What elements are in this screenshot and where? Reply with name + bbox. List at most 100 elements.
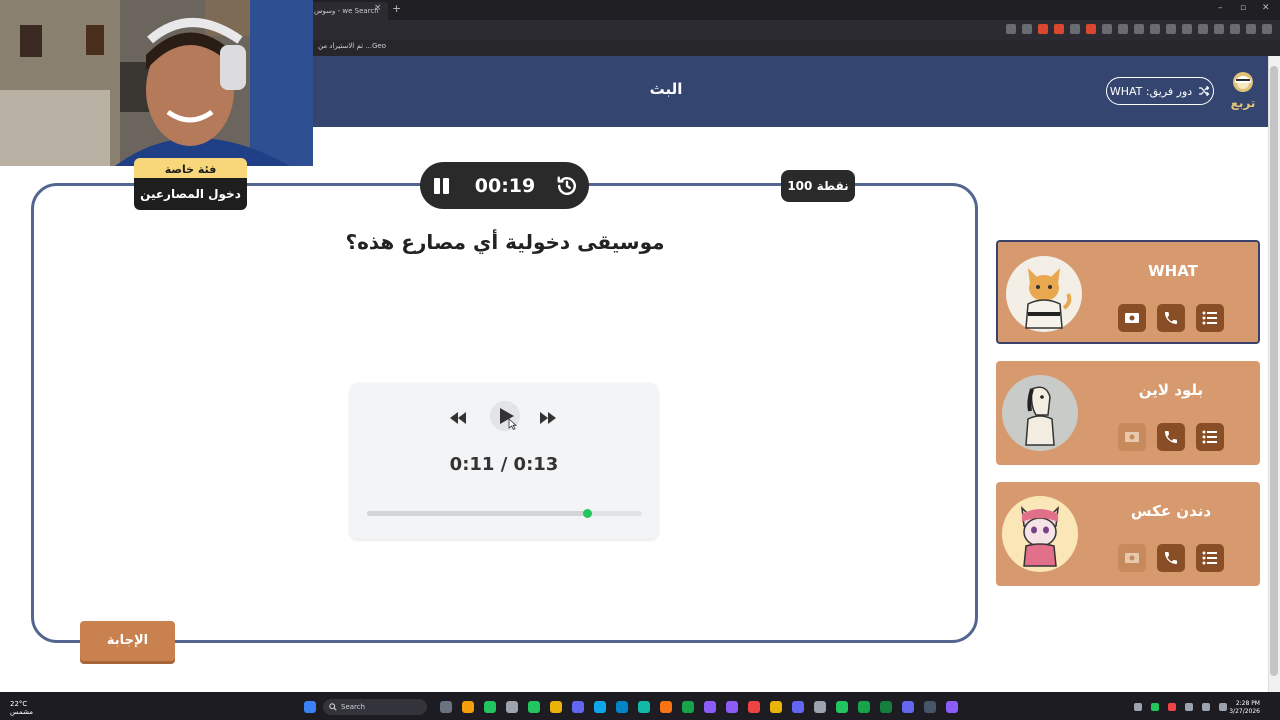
extension-icon[interactable] xyxy=(1086,24,1096,34)
app-icon[interactable] xyxy=(594,701,606,713)
app-icon[interactable] xyxy=(880,701,892,713)
cat-judo-avatar xyxy=(1006,256,1082,332)
app-icon[interactable] xyxy=(704,701,716,713)
weather-widget[interactable]: 22°C مشمس xyxy=(10,700,33,716)
app-icon[interactable] xyxy=(572,701,584,713)
extension-icon[interactable] xyxy=(1038,24,1048,34)
pause-icon[interactable] xyxy=(432,178,450,194)
app-icon[interactable] xyxy=(726,701,738,713)
zoom-icon[interactable] xyxy=(1118,24,1128,34)
app-icon[interactable] xyxy=(836,701,848,713)
call-friend-button[interactable] xyxy=(1157,544,1185,572)
app-icon[interactable] xyxy=(946,701,958,713)
language-icon[interactable] xyxy=(1185,703,1193,711)
call-friend-button[interactable] xyxy=(1157,304,1185,332)
team-turn-button[interactable]: دور فريق: WHAT xyxy=(1106,77,1214,105)
progress-fill xyxy=(367,511,587,516)
app-icon[interactable] xyxy=(660,701,672,713)
extension-icon[interactable] xyxy=(1006,24,1016,34)
tray-chevron-icon[interactable] xyxy=(1134,703,1142,711)
phone-icon xyxy=(1165,431,1177,443)
search-placeholder: Search xyxy=(341,703,366,711)
app-icon[interactable] xyxy=(506,701,518,713)
extension-icon[interactable] xyxy=(1134,24,1144,34)
sidebar-icon[interactable] xyxy=(1198,24,1208,34)
list-button[interactable] xyxy=(1196,423,1224,451)
close-tab-icon[interactable]: × xyxy=(374,3,382,13)
extension-icon[interactable] xyxy=(1022,24,1032,34)
chrome-icon[interactable] xyxy=(770,701,782,713)
telegram-icon[interactable] xyxy=(616,701,628,713)
start-icon[interactable] xyxy=(304,701,316,713)
search-icon xyxy=(329,703,337,711)
points-badge: 100 نقطة xyxy=(781,170,855,202)
new-tab-button[interactable]: + xyxy=(392,2,401,15)
money-icon xyxy=(1125,553,1139,563)
app-icon[interactable] xyxy=(462,701,474,713)
taskbar-clock[interactable]: 2:28 PM 3/27/2026 xyxy=(1226,700,1260,716)
list-button[interactable] xyxy=(1196,544,1224,572)
phone-icon xyxy=(1165,312,1177,324)
extension-icon[interactable] xyxy=(1214,24,1224,34)
app-icon[interactable] xyxy=(902,701,914,713)
scrollbar-thumb[interactable] xyxy=(1270,66,1278,676)
app-icon[interactable] xyxy=(858,701,870,713)
team-turn-label: دور فريق: WHAT xyxy=(1109,84,1193,98)
network-icon[interactable] xyxy=(1202,703,1210,711)
maximize-icon[interactable]: ▫ xyxy=(1240,3,1246,13)
cursor-icon xyxy=(508,418,518,430)
favorites-icon[interactable] xyxy=(1230,24,1240,34)
taskbar-apps xyxy=(304,701,316,713)
pinned-apps xyxy=(440,701,958,713)
list-icon xyxy=(1202,311,1217,325)
logo-text: تربع xyxy=(1230,96,1256,110)
app-logo[interactable]: تربع xyxy=(1228,70,1258,114)
app-icon[interactable] xyxy=(550,701,562,713)
taskview-icon[interactable] xyxy=(440,701,452,713)
menu-icon[interactable] xyxy=(1262,24,1272,34)
app-icon[interactable] xyxy=(528,701,540,713)
app-icon[interactable] xyxy=(814,701,826,713)
list-icon xyxy=(1202,430,1217,444)
progress-knob[interactable] xyxy=(583,509,592,518)
browser-toolbar xyxy=(1006,24,1272,34)
progress-bar[interactable] xyxy=(367,509,642,518)
discord-icon[interactable] xyxy=(792,701,804,713)
extension-icon[interactable] xyxy=(1070,24,1080,34)
taskbar-search[interactable]: Search xyxy=(323,699,427,715)
reset-timer-icon[interactable] xyxy=(556,175,578,197)
double-points-button[interactable] xyxy=(1118,544,1146,572)
list-icon xyxy=(1202,551,1217,565)
rewind-icon[interactable] xyxy=(448,407,474,429)
bookmark-item[interactable]: تم الاستيراد من ...Geo xyxy=(318,42,386,50)
category-name: دخول المصارعين xyxy=(134,178,247,210)
question-text: موسيقى دخولية أي مصارع هذه؟ xyxy=(345,230,665,254)
steam-icon[interactable] xyxy=(924,701,936,713)
whatsapp-icon[interactable] xyxy=(682,701,694,713)
extension-icon[interactable] xyxy=(1166,24,1176,34)
sheikh-logo-icon xyxy=(1233,72,1253,92)
double-points-button[interactable] xyxy=(1118,304,1146,332)
edge-icon[interactable] xyxy=(638,701,650,713)
call-friend-button[interactable] xyxy=(1157,423,1185,451)
shield-icon[interactable] xyxy=(1102,24,1112,34)
list-button[interactable] xyxy=(1196,304,1224,332)
team-name: بلود لاين xyxy=(1138,381,1204,399)
extension-icon[interactable] xyxy=(1054,24,1064,34)
music-icon[interactable] xyxy=(1182,24,1192,34)
brave-shield-icon[interactable] xyxy=(1246,24,1256,34)
tray-app-icon[interactable] xyxy=(1168,703,1176,711)
minimize-icon[interactable]: – xyxy=(1218,3,1223,13)
brave-icon[interactable] xyxy=(748,701,760,713)
double-points-button[interactable] xyxy=(1118,423,1146,451)
close-window-icon[interactable]: ✕ xyxy=(1262,3,1270,13)
team-card-dandan: دندن عكس xyxy=(996,482,1260,586)
money-icon xyxy=(1125,313,1139,323)
extension-icon[interactable] xyxy=(1150,24,1160,34)
weather-temp: 22°C xyxy=(10,700,28,708)
clock-date: 3/27/2026 xyxy=(1229,708,1260,715)
tray-app-icon[interactable] xyxy=(1151,703,1159,711)
app-icon[interactable] xyxy=(484,701,496,713)
answer-button[interactable]: الإجابة xyxy=(80,621,175,661)
fast-forward-icon[interactable] xyxy=(538,407,564,429)
